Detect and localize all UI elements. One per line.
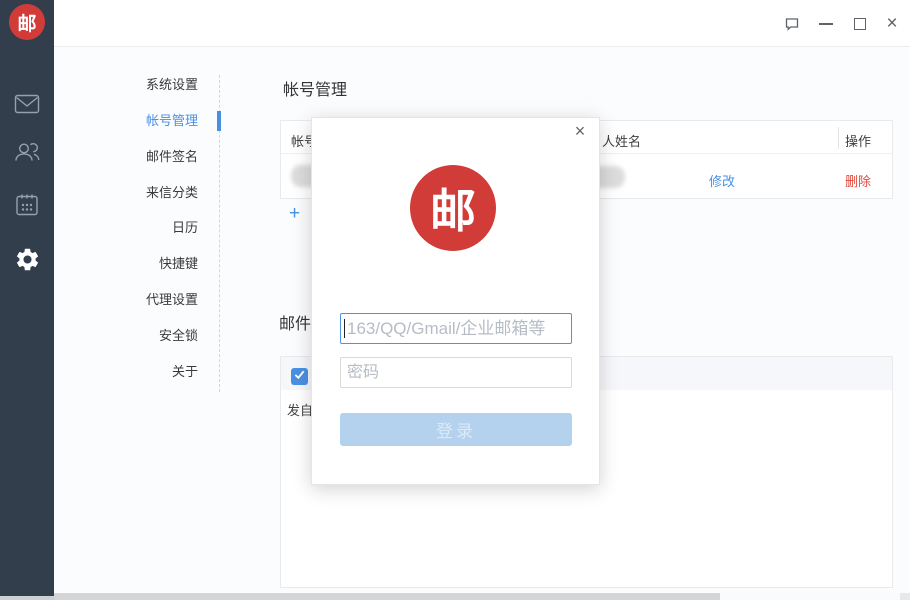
sidebar-item-settings[interactable] <box>0 244 54 280</box>
sidebar-item-calendar[interactable] <box>0 189 54 225</box>
horizontal-scrollbar-thumb[interactable] <box>54 593 720 600</box>
settings-menu-item-accounts[interactable]: 帐号管理 <box>54 113 198 129</box>
maximize-button[interactable] <box>851 15 869 33</box>
signature-checkbox[interactable] <box>291 368 308 385</box>
text-caret <box>344 319 345 338</box>
people-icon <box>13 140 41 169</box>
gear-icon <box>14 246 41 278</box>
titlebar: × <box>54 0 910 47</box>
sidebar-item-contacts[interactable] <box>0 136 54 172</box>
table-header-sender-name: 人姓名 <box>602 131 641 150</box>
settings-menu-item-security-lock[interactable]: 安全锁 <box>54 328 198 344</box>
signature-from-text: 发自 <box>287 400 313 419</box>
close-icon: × <box>886 15 897 33</box>
settings-menu-item-mail-rules[interactable]: 来信分类 <box>54 185 198 201</box>
calendar-icon <box>15 193 39 222</box>
sidebar-item-mail[interactable] <box>0 88 54 124</box>
feedback-button[interactable] <box>783 15 801 33</box>
app-logo-glyph: 邮 <box>17 9 36 36</box>
dialog-logo: 邮 <box>410 165 496 251</box>
dialog-logo-glyph: 邮 <box>430 175 476 241</box>
modify-link[interactable]: 修改 <box>709 171 735 190</box>
delete-link[interactable]: 删除 <box>845 171 871 190</box>
speech-bubble-icon <box>784 16 800 32</box>
dialog-close-button[interactable]: × <box>570 121 590 141</box>
minimize-button[interactable] <box>817 15 835 33</box>
settings-menu-item-calendar[interactable]: 日历 <box>54 220 198 236</box>
email-input[interactable] <box>340 313 572 344</box>
settings-menu-item-signature[interactable]: 邮件签名 <box>54 149 198 165</box>
settings-menu-item-proxy[interactable]: 代理设置 <box>54 292 198 308</box>
checkmark-icon <box>293 368 306 386</box>
minimize-icon <box>819 23 833 25</box>
settings-menu-item-about[interactable]: 关于 <box>54 364 198 380</box>
signature-section-title: 邮件 <box>279 310 311 334</box>
page-title: 帐号管理 <box>283 76 347 100</box>
settings-menu-item-shortcuts[interactable]: 快捷键 <box>54 256 198 272</box>
mail-app-settings-window: × 邮 <box>0 0 910 600</box>
password-input[interactable] <box>340 357 572 388</box>
header-column-divider <box>838 127 839 149</box>
scrollbar-corner <box>900 593 910 600</box>
login-dialog: × 邮 登录 <box>311 117 600 485</box>
app-logo: 邮 <box>9 4 45 40</box>
login-button[interactable]: 登录 <box>340 413 572 446</box>
active-menu-indicator <box>217 111 221 131</box>
sidebar-bottom-strip <box>0 596 54 600</box>
maximize-icon <box>854 18 866 30</box>
table-header-actions: 操作 <box>845 131 871 150</box>
settings-menu-item-system[interactable]: 系统设置 <box>54 77 198 93</box>
envelope-icon <box>14 94 40 119</box>
close-window-button[interactable]: × <box>883 15 901 33</box>
add-account-link[interactable]: + <box>289 203 300 225</box>
